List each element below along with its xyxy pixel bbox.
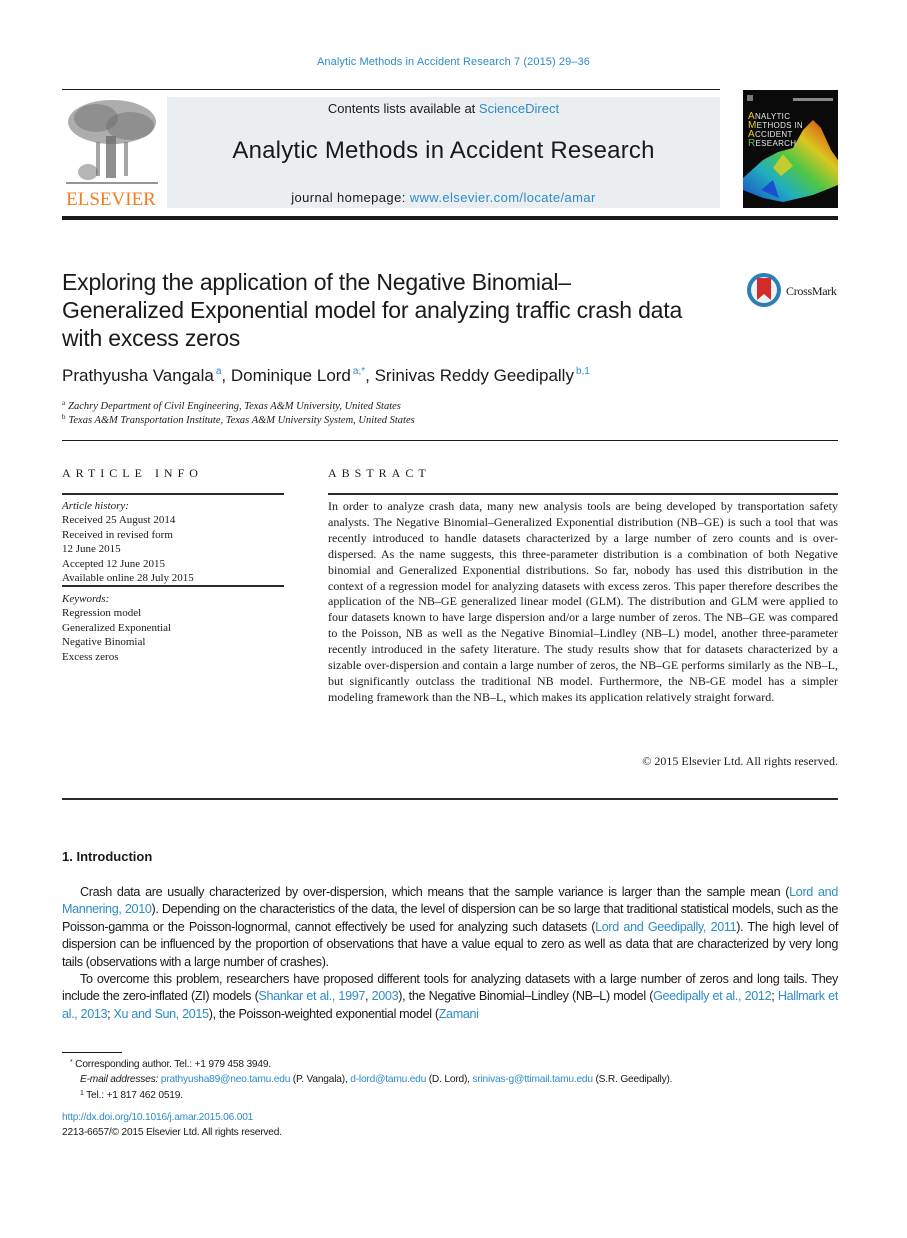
article-info-heading: ARTICLE INFO: [62, 466, 203, 480]
cover-surface-plot-icon: [743, 95, 838, 202]
cover-title: ANALYTIC METHODS IN ACCIDENT RESEARCH: [748, 111, 803, 149]
author-affil-mark[interactable]: b,1: [576, 366, 590, 377]
running-head: Analytic Methods in Accident Research 7 …: [316, 56, 591, 68]
elsevier-wordmark: ELSEVIER: [66, 189, 156, 210]
article-title: Exploring the application of the Negativ…: [62, 269, 683, 351]
keyword-item: Regression model: [62, 607, 142, 620]
keyword-item: Excess zeros: [62, 650, 119, 663]
footnote-emails: E-mail addresses: prathyusha89@neo.tamu.…: [80, 1073, 673, 1085]
footnotes: * Corresponding author. Tel.: +1 979 458…: [62, 1056, 838, 1104]
crossmark-label: CrossMark: [786, 284, 837, 298]
top-rule: [62, 89, 720, 90]
elsevier-tree-icon: [66, 100, 158, 184]
affiliation: a Zachry Department of Civil Engineering,…: [62, 399, 401, 412]
article-history: Article history: Received 25 August 2014…: [62, 499, 284, 585]
contents-prefix: Contents lists available at: [327, 101, 479, 116]
abstract-text: In order to analyze crash data, many new…: [328, 499, 838, 704]
history-item: Received in revised form: [62, 528, 173, 541]
sciencedirect-link[interactable]: ScienceDirect: [479, 101, 559, 116]
author-list: Prathyusha Vangala a, Dominique Lord a,*, …: [62, 366, 590, 385]
keyword-item: Generalized Exponential: [62, 621, 172, 634]
history-item: Accepted 12 June 2015: [62, 557, 165, 570]
citation-link[interactable]: 2003: [372, 989, 399, 1003]
email-link[interactable]: srinivas-g@ttimail.tamu.edu: [472, 1074, 593, 1085]
author-name[interactable]: Dominique Lord: [231, 366, 351, 385]
section-heading-introduction: 1. Introduction: [62, 849, 153, 864]
journal-title: Analytic Methods in Accident Research: [232, 137, 655, 164]
journal-masthead: Contents lists available at ScienceDirec…: [167, 97, 720, 208]
crossmark-icon: [747, 273, 781, 307]
footnote-corresponding: * Corresponding author. Tel.: +1 979 458…: [70, 1059, 271, 1070]
history-item: Available online 28 July 2015: [62, 572, 194, 585]
crossmark-button[interactable]: CrossMark: [746, 270, 846, 310]
abstract-heading: ABSTRACT: [328, 466, 431, 480]
keywords: Keywords: Regression model Generalized E…: [62, 592, 284, 664]
contents-line: Contents lists available at ScienceDirec…: [167, 101, 720, 116]
journal-cover-image[interactable]: ANALYTIC METHODS IN ACCIDENT RESEARCH: [743, 90, 838, 208]
author-name[interactable]: Srinivas Reddy Geedipally: [375, 366, 574, 385]
email-link[interactable]: d-lord@tamu.edu: [350, 1074, 426, 1085]
citation-link[interactable]: Geedipally et al., 2012: [653, 989, 772, 1003]
citation-link[interactable]: Xu and Sun, 2015: [113, 1007, 209, 1021]
author-name[interactable]: Prathyusha Vangala: [62, 366, 214, 385]
footnote-1: 1 Tel.: +1 817 462 0519.: [80, 1090, 183, 1102]
doi-link[interactable]: http://dx.doi.org/10.1016/j.amar.2015.06…: [62, 1112, 253, 1123]
author-affil-mark[interactable]: a,*: [353, 366, 365, 377]
homepage-prefix: journal homepage:: [291, 190, 410, 205]
homepage-line: journal homepage: www.elsevier.com/locat…: [167, 190, 720, 205]
intro-paragraph-1: Crash data are usually characterized by …: [62, 885, 838, 969]
footnote-rule: [62, 1052, 122, 1053]
email-link[interactable]: prathyusha89@neo.tamu.edu: [161, 1074, 291, 1085]
masthead-rule: [62, 216, 838, 220]
affiliation: b Texas A&M Transportation Institute, Tex…: [62, 413, 415, 426]
history-item: Received 25 August 2014: [62, 514, 176, 527]
abstract-copyright: © 2015 Elsevier Ltd. All rights reserved…: [642, 754, 838, 768]
abstract-rule: [328, 493, 838, 495]
elsevier-logo[interactable]: ELSEVIER: [62, 98, 160, 210]
intro-paragraph-2: To overcome this problem, researchers ha…: [62, 972, 838, 1021]
article-info-rule: [62, 493, 284, 495]
citation-link[interactable]: Lord and Geedipally, 2011: [595, 920, 736, 934]
citation-link[interactable]: Zamani: [439, 1007, 479, 1021]
keyword-item: Negative Binomial: [62, 636, 146, 649]
section-rule: [62, 440, 838, 441]
homepage-link[interactable]: www.elsevier.com/locate/amar: [410, 190, 596, 205]
keywords-rule: [62, 585, 284, 587]
history-item: 12 June 2015: [62, 543, 121, 556]
issn-copyright: 2213-6657/© 2015 Elsevier Ltd. All right…: [62, 1127, 282, 1138]
author-affil-mark[interactable]: a: [216, 366, 222, 377]
abstract-end-rule: [62, 798, 838, 800]
citation-link[interactable]: Shankar et al., 1997: [258, 989, 365, 1003]
